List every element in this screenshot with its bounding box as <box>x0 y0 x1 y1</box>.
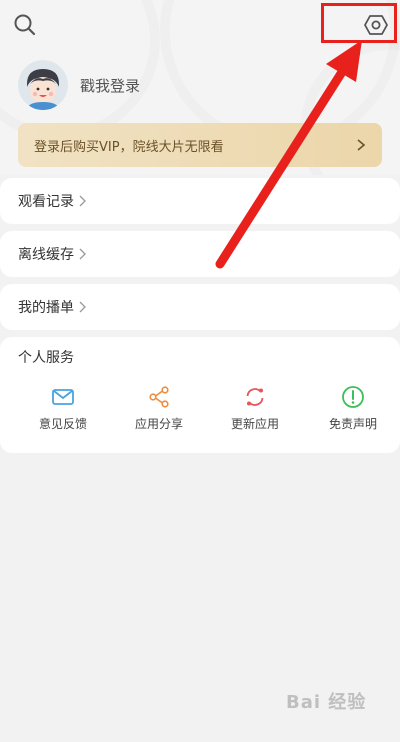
service-label: 应用分享 <box>134 417 183 431</box>
service-feedback[interactable]: 意见反馈 <box>13 385 113 432</box>
share-icon <box>149 386 169 408</box>
login-prompt: 戳我登录 <box>80 76 141 95</box>
chevron-right-icon <box>79 301 86 313</box>
menu-watch-history[interactable]: 观看记录 <box>0 178 400 224</box>
search-icon <box>14 14 36 36</box>
service-label: 免责声明 <box>328 417 377 431</box>
service-label: 意见反馈 <box>38 417 87 431</box>
menu-my-playlist[interactable]: 我的播单 <box>0 284 400 330</box>
refresh-icon <box>246 388 264 406</box>
menu-item-label: 离线缓存 <box>18 247 74 263</box>
service-label: 更新应用 <box>230 417 279 431</box>
vip-banner[interactable]: 登录后购买VIP，院线大片无限看 <box>18 123 382 167</box>
menu-offline-cache[interactable]: 离线缓存 <box>0 231 400 277</box>
chevron-right-icon <box>79 248 86 260</box>
search-button[interactable] <box>12 12 38 38</box>
menu-item-label: 观看记录 <box>18 194 74 210</box>
chevron-right-icon <box>357 139 366 151</box>
avatar <box>18 60 68 110</box>
services-title: 个人服务 <box>18 350 74 366</box>
annotation-highlight-box <box>321 3 397 43</box>
watermark-logo: Bai 经验 <box>286 688 386 728</box>
profile-login[interactable]: 戳我登录 <box>18 60 140 110</box>
chevron-right-icon <box>79 195 86 207</box>
service-share[interactable]: 应用分享 <box>109 385 209 432</box>
service-disclaimer[interactable]: 免责声明 <box>303 385 400 432</box>
service-update[interactable]: 更新应用 <box>205 385 305 432</box>
watermark-text: Bai 经验 <box>286 692 367 713</box>
mail-icon <box>52 389 74 405</box>
exclamation-icon <box>342 386 364 408</box>
vip-banner-text: 登录后购买VIP，院线大片无限看 <box>34 139 224 155</box>
menu-item-label: 我的播单 <box>18 300 74 316</box>
personal-services-card: 个人服务 意见反馈 应用分享 更新应用 免责声明 <box>0 337 400 453</box>
